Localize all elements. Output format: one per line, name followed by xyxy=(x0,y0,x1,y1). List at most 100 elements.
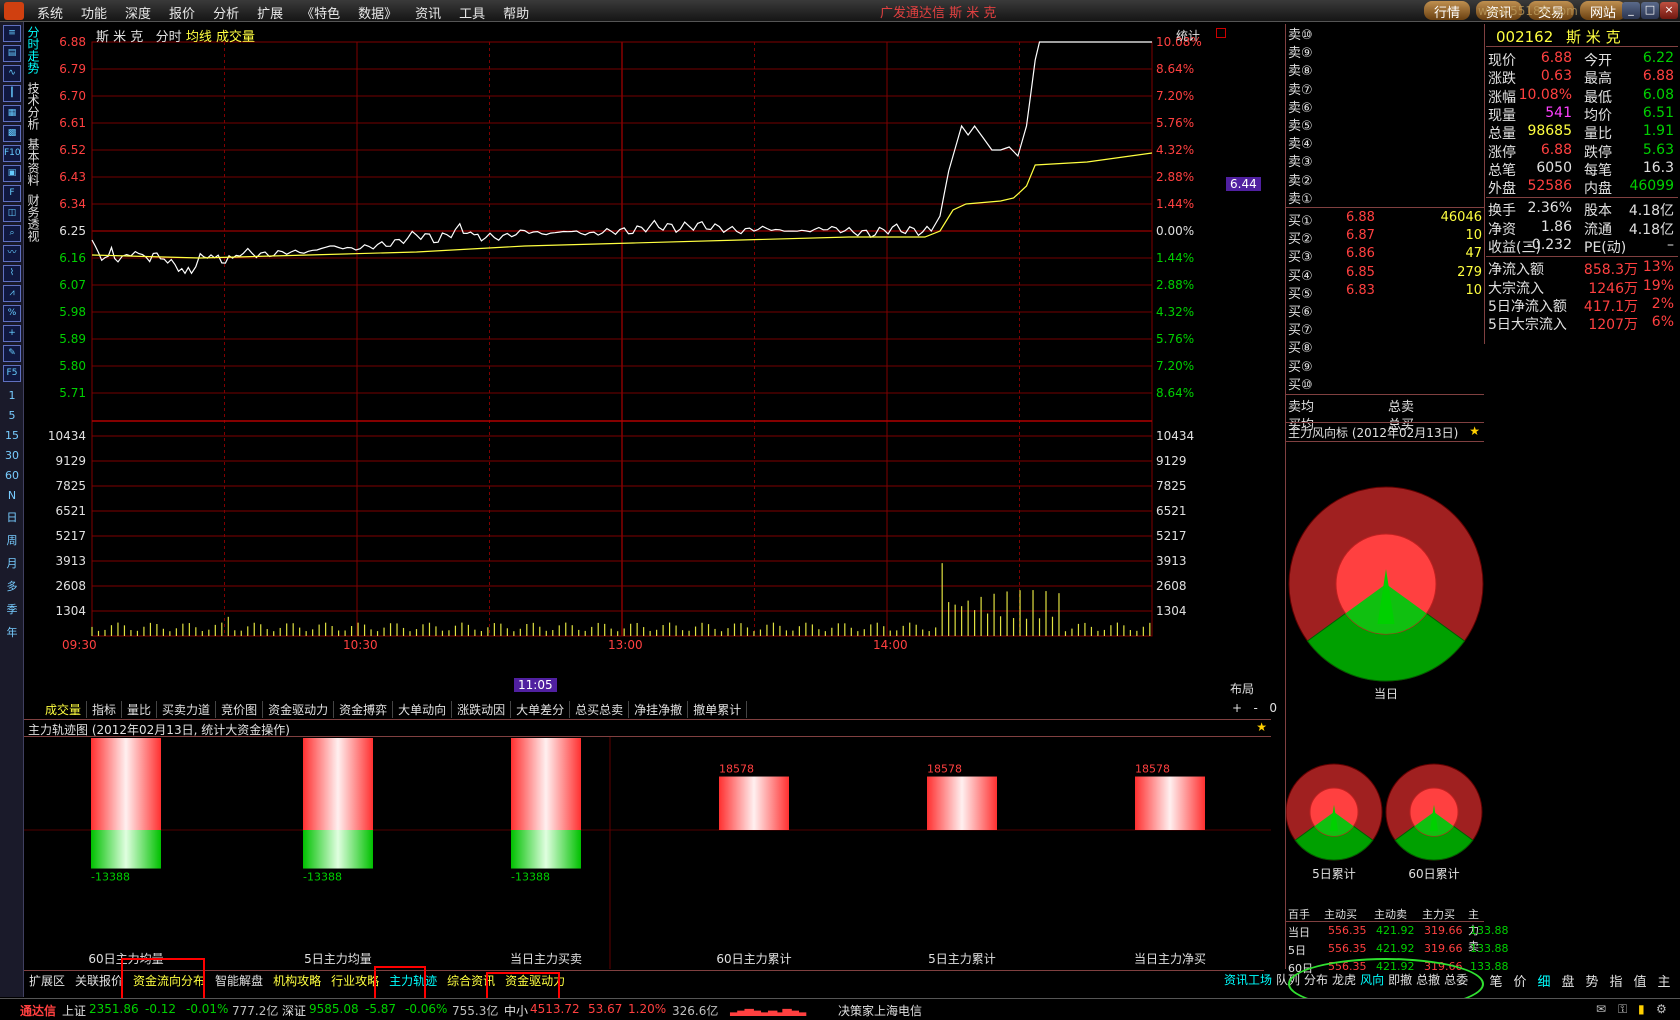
far-right-tab[interactable]: 指 xyxy=(1604,971,1628,990)
period-button[interactable]: 多 xyxy=(0,578,24,594)
period-button[interactable]: 季 xyxy=(0,601,24,617)
sh-change: -0.12 xyxy=(145,1002,177,1016)
indicator-tab[interactable]: 净挂净撤 xyxy=(629,701,689,718)
toolbar-kline-icon[interactable]: ┃ xyxy=(3,85,21,102)
bottom-tab[interactable]: 关联报价 xyxy=(70,971,128,990)
percent-tick-label: 0.00% xyxy=(1156,224,1194,238)
menu-item[interactable]: 数据》 xyxy=(349,0,406,22)
menu-item[interactable]: 深度 xyxy=(116,0,160,22)
period-button[interactable]: 月 xyxy=(0,555,24,571)
toolbar-list-icon[interactable]: ▤ xyxy=(3,45,21,62)
period-button[interactable]: 15 xyxy=(0,429,24,442)
buy-value-label: 18578 xyxy=(1135,763,1170,776)
toolbar-f5-icon[interactable]: F5 xyxy=(3,365,21,382)
period-button[interactable]: 30 xyxy=(0,449,24,462)
indicator-tab[interactable]: 资金搏弈 xyxy=(334,701,394,718)
quote-button[interactable]: 行情 xyxy=(1424,1,1471,21)
bottom-tab[interactable]: 扩展区 xyxy=(24,971,70,990)
toolbar-quote-icon[interactable]: ≡ xyxy=(3,25,21,42)
toolbar-fund-icon[interactable]: F xyxy=(3,185,21,202)
indicator-tab[interactable]: 涨跌动因 xyxy=(452,701,512,718)
bottom-tab[interactable]: 智能解盘 xyxy=(210,971,268,990)
minimize-icon[interactable]: _ xyxy=(1622,2,1640,19)
favorite-star-icon[interactable]: ★ xyxy=(1256,720,1267,734)
far-right-tab[interactable]: 价 xyxy=(1508,971,1532,990)
quote-label: PE(动) xyxy=(1584,240,1627,256)
toolbar-pulse-icon[interactable]: ⩘ xyxy=(3,285,21,302)
toolbar-f10-icon[interactable]: F10 xyxy=(3,145,21,162)
toolbar-percent-icon[interactable]: % xyxy=(3,305,21,322)
menu-item[interactable]: 资讯 xyxy=(406,0,450,22)
toolbar-table-icon[interactable]: ▦ xyxy=(3,105,21,122)
stat-button[interactable]: 统计 xyxy=(1176,27,1200,44)
menu-item[interactable]: 分析 xyxy=(204,0,248,22)
indicator-tab[interactable]: 总买总卖 xyxy=(570,701,630,718)
indicator-tab[interactable]: 成交量 xyxy=(40,701,88,718)
wind-star-icon[interactable]: ★ xyxy=(1469,424,1480,438)
zoom-out-button[interactable]: - xyxy=(1254,701,1258,715)
sell-level-label: 卖④ xyxy=(1288,137,1313,153)
period-button[interactable]: N xyxy=(0,489,24,502)
layout-button[interactable]: 布局 xyxy=(1230,680,1254,697)
far-right-tab[interactable]: 盘 xyxy=(1556,971,1580,990)
far-right-tab[interactable]: 势 xyxy=(1580,971,1604,990)
toolbar-calendar-icon[interactable]: ▣ xyxy=(3,165,21,182)
toolbar-add-icon[interactable]: + xyxy=(3,325,21,342)
period-button[interactable]: 1 xyxy=(0,389,24,402)
reset-button[interactable]: 0 xyxy=(1269,701,1277,715)
period-button[interactable]: 60 xyxy=(0,469,24,482)
zoom-in-button[interactable]: + xyxy=(1232,701,1242,715)
menu-item[interactable]: 《特色 xyxy=(292,0,349,22)
vertical-tabs: 分时走势 技术分析 基本资料 财务透视 xyxy=(25,26,41,250)
menu-item[interactable]: 工具 xyxy=(450,0,494,22)
mail-icon[interactable]: ✉ xyxy=(1596,1002,1606,1016)
sell-level-label: 卖① xyxy=(1288,191,1313,207)
server-label: 决策家上海电信 xyxy=(838,1004,923,1018)
indicator-tab[interactable]: 大单差分 xyxy=(511,701,571,718)
time-tick-label: 10:30 xyxy=(343,638,378,652)
sell-level: 卖④ xyxy=(1288,133,1313,152)
period-button[interactable]: 周 xyxy=(0,532,24,548)
intraday-chart[interactable]: 6.88 10.08%6.79 8.64%6.70 7.20%6.61 5.76%6.5… xyxy=(40,24,1286,700)
toolbar-multi-icon[interactable]: ◫ xyxy=(3,205,21,222)
quote-value: 6.88 xyxy=(1642,68,1674,85)
website-button[interactable]: 网站 xyxy=(1580,1,1627,21)
quote-label: 每笔 xyxy=(1584,162,1612,179)
menu-item[interactable]: 扩展 xyxy=(248,0,292,22)
indicator-tab[interactable]: 买卖力道 xyxy=(157,701,217,718)
price-tick-label: 6.88 xyxy=(59,35,86,49)
indicator-tab[interactable]: 指标 xyxy=(87,701,123,718)
period-button[interactable]: 5 xyxy=(0,409,24,422)
menu-item[interactable]: 帮助 xyxy=(494,0,538,22)
indicator-tab[interactable]: 资金驱动力 xyxy=(263,701,335,718)
period-button[interactable]: 年 xyxy=(0,624,24,640)
indicator-tab[interactable]: 撤单累计 xyxy=(688,701,748,718)
percent-tick-label: 7.20% xyxy=(1156,359,1194,373)
toolbar-pen-icon[interactable]: ✎ xyxy=(3,345,21,362)
far-right-tab[interactable]: 笔 xyxy=(1484,971,1508,990)
far-right-tab[interactable]: 值 xyxy=(1628,971,1652,990)
indicator-tab[interactable]: 量比 xyxy=(122,701,158,718)
period-button[interactable]: 日 xyxy=(0,509,24,525)
toolbar-wave-icon[interactable]: 〰 xyxy=(3,245,21,262)
far-right-tab[interactable]: 细 xyxy=(1532,971,1556,990)
right-bottom-tab[interactable]: 资讯工场 xyxy=(1222,971,1274,988)
lock-icon[interactable]: ⚿ xyxy=(1618,1002,1627,1017)
stat-close-icon[interactable] xyxy=(1216,28,1226,38)
toolbar-search-icon[interactable]: ⌕ xyxy=(3,225,21,242)
far-right-tab[interactable]: 主 xyxy=(1652,971,1676,990)
menu-item[interactable]: 功能 xyxy=(72,0,116,22)
quote-value: 6050 xyxy=(1536,159,1572,176)
menu-item[interactable]: 报价 xyxy=(160,0,204,22)
toolbar-chart-icon[interactable]: ⌇ xyxy=(3,265,21,282)
toolbar-grid-icon[interactable]: ▩ xyxy=(3,125,21,142)
bottom-tab[interactable]: 机构攻略 xyxy=(268,971,326,990)
close-icon[interactable]: × xyxy=(1660,2,1678,19)
toolbar-line-icon[interactable]: ∿ xyxy=(3,65,21,82)
settings-icon[interactable]: ⚙ xyxy=(1656,1002,1667,1016)
menu-item[interactable]: 系统 xyxy=(28,0,72,22)
maximize-icon[interactable]: □ xyxy=(1641,2,1659,19)
indicator-tab[interactable]: 竞价图 xyxy=(216,701,264,718)
signal-icon[interactable]: ▮ xyxy=(1638,1002,1645,1016)
indicator-tab[interactable]: 大单动向 xyxy=(393,701,453,718)
